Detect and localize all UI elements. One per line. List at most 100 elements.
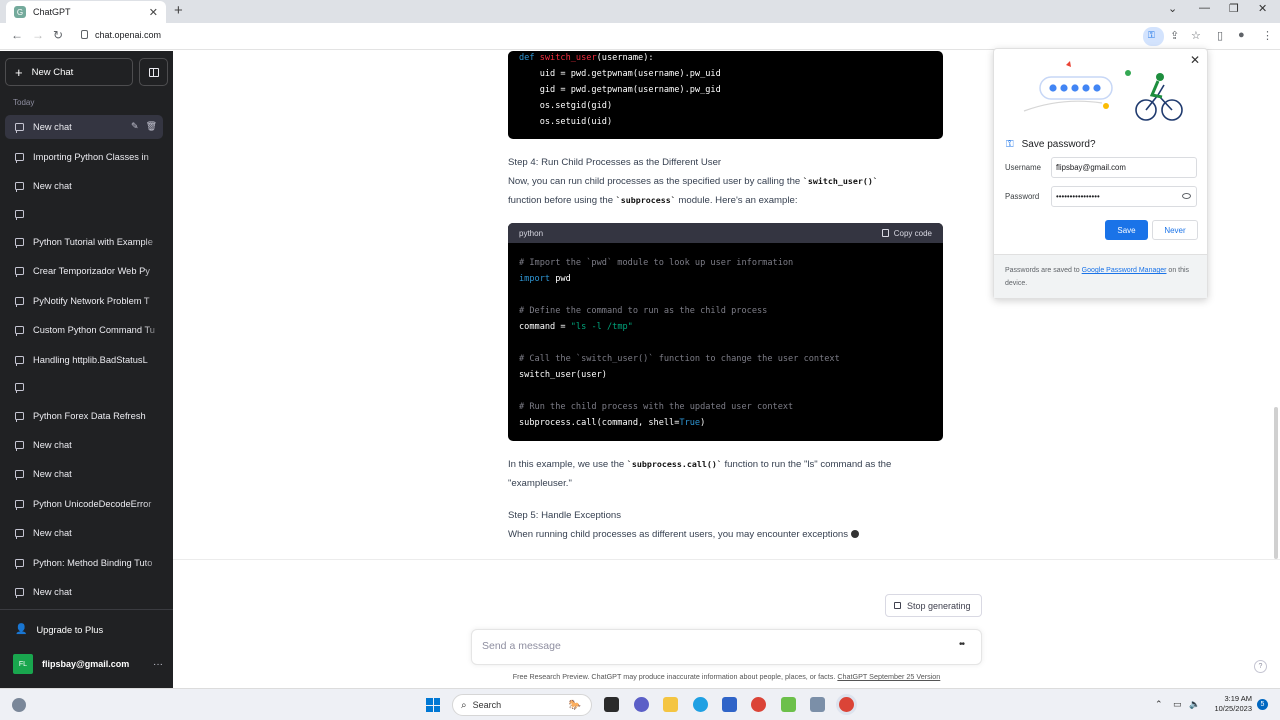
chrome-active-icon[interactable] [839, 697, 854, 712]
code-block-switch-user: def switch_user(username): uid = pwd.get… [508, 51, 943, 139]
save-password-title: ⚿ Save password? [1006, 139, 1096, 150]
teams-chat-icon[interactable] [634, 697, 649, 712]
back-arrow-icon[interactable]: ← [11, 28, 23, 42]
chat-title: New chat [33, 440, 72, 450]
widgets-icon[interactable] [12, 698, 26, 712]
new-chat-button[interactable]: + New Chat [5, 58, 133, 86]
new-tab-button[interactable]: + [174, 2, 183, 19]
file-explorer-icon[interactable] [663, 697, 678, 712]
forward-arrow-icon[interactable]: → [32, 28, 44, 42]
example-paragraph-line-2: "exampleuser." [508, 478, 572, 489]
message-box: •• [471, 629, 982, 665]
message-input[interactable] [482, 640, 922, 652]
edit-pencil-icon[interactable]: ✎ [131, 121, 139, 132]
chat-bubble-icon [15, 441, 24, 451]
sidebar-chat-item[interactable]: Crear Temporizador Web Py [5, 259, 163, 283]
sidebar-chat-item[interactable]: New chat [5, 521, 163, 545]
chrome-icon[interactable] [751, 697, 766, 712]
close-tab-icon[interactable]: ✕ [149, 6, 158, 19]
version-link[interactable]: ChatGPT September 25 Version [837, 672, 940, 681]
volume-icon[interactable]: 🔈 [1189, 699, 1200, 710]
password-dialog-footer: Passwords are saved to Google Password M… [994, 254, 1207, 298]
chat-sidebar: + New Chat Today New chat ✎ 🗑 Importing P… [0, 51, 173, 688]
chat-title: New chat [33, 587, 72, 597]
user-account-button[interactable]: FL flipsbay@gmail.com ··· [13, 654, 163, 674]
reload-icon[interactable]: ↻ [53, 28, 63, 42]
tray-chevron-icon[interactable]: ⌃ [1155, 699, 1163, 710]
close-window-icon[interactable]: ✕ [1258, 2, 1267, 15]
share-icon[interactable]: ⇪ [1170, 29, 1179, 42]
code-line: switch_user(user) [519, 370, 607, 380]
taskbar-clock[interactable]: 3:19 AM 10/25/2023 [1208, 694, 1252, 714]
chat-bubble-icon [15, 500, 24, 510]
upgrade-to-plus-button[interactable]: 👤 Upgrade to Plus [15, 624, 103, 635]
chat-bubble-icon [15, 529, 24, 539]
code-line: import pwd [519, 274, 571, 284]
sidebar-chat-item[interactable]: PyNotify Network Problem T [5, 289, 163, 313]
sidebar-chat-item[interactable]: Handling httplib.BadStatusL [5, 348, 163, 372]
key-icon: ⚿ [1006, 139, 1014, 150]
lock-icon[interactable] [81, 30, 88, 39]
sidebar-chat-item[interactable]: New chat [5, 433, 163, 457]
new-chat-label: New Chat [31, 66, 74, 78]
side-panel-icon[interactable]: ▯ [1217, 29, 1223, 42]
browser-tab-chatgpt[interactable]: G ChatGPT ✕ [6, 1, 166, 23]
sidebar-chat-item[interactable] [5, 202, 163, 226]
sidebar-chat-item[interactable]: New chat [5, 174, 163, 198]
sidebar-chat-item[interactable]: Python UnicodeDecodeError [5, 492, 163, 516]
edge-icon[interactable] [693, 697, 708, 712]
step-5-heading: Step 5: Handle Exceptions [508, 510, 622, 521]
eye-icon[interactable] [1182, 193, 1191, 199]
store-icon[interactable] [722, 697, 737, 712]
windows-start-icon[interactable] [426, 698, 440, 712]
url-field[interactable]: chat.openai.com [95, 30, 161, 40]
sidebar-chat-item[interactable]: New chat ✎ 🗑 [5, 115, 163, 139]
password-field[interactable] [1051, 186, 1197, 207]
google-password-manager-link[interactable]: Google Password Manager [1082, 267, 1167, 274]
notepad-icon[interactable] [781, 697, 796, 712]
close-icon[interactable]: ✕ [1190, 53, 1200, 67]
sidebar-chat-item[interactable]: Python Tutorial with Example [5, 230, 163, 254]
minimize-icon[interactable]: — [1199, 2, 1210, 14]
sidebar-chat-item[interactable]: Custom Python Command Tu [5, 318, 163, 342]
step-5-paragraph: When running child processes as differen… [508, 529, 860, 540]
trash-icon[interactable]: 🗑 [146, 121, 157, 132]
browser-menu-icon[interactable]: ⋮ [1262, 29, 1273, 42]
taskbar-search-box[interactable]: ⌕ Search 🐎 [452, 694, 592, 716]
copy-code-button[interactable]: Copy code [881, 229, 932, 238]
windows-taskbar: ⌕ Search 🐎 ⌃ ▭ 🔈 3:19 AM 10/25/2023 5 [0, 688, 1280, 720]
chat-bubble-icon [15, 588, 24, 598]
chat-bubble-icon [15, 182, 24, 192]
sidebar-chat-item[interactable]: Python Forex Data Refresh [5, 404, 163, 428]
stop-generating-button[interactable]: Stop generating [885, 594, 982, 617]
help-button[interactable]: ? [1254, 660, 1267, 673]
username-field[interactable] [1051, 157, 1197, 178]
collapse-sidebar-button[interactable] [139, 58, 168, 86]
never-button[interactable]: Never [1152, 220, 1198, 240]
app-icon[interactable] [810, 697, 825, 712]
profile-icon[interactable]: ● [1238, 29, 1245, 41]
chat-bubble-icon [15, 297, 24, 307]
sidebar-chat-item[interactable]: Importing Python Classes in [5, 145, 163, 169]
scrollbar-thumb[interactable] [1274, 407, 1278, 559]
composer-area [173, 559, 1280, 688]
network-icon[interactable]: ▭ [1173, 699, 1182, 710]
sidebar-chat-item[interactable]: Python: Method Binding Tuto [5, 551, 163, 575]
sidebar-chat-item[interactable]: New chat [5, 580, 163, 604]
sidebar-chat-item[interactable]: New chat [5, 462, 163, 486]
password-key-indicator-icon[interactable]: ⚿ [1143, 27, 1164, 46]
maximize-icon[interactable]: ❐ [1229, 2, 1239, 15]
code-block-header: python Copy code [508, 223, 943, 243]
chat-title: Importing Python Classes in [33, 152, 149, 162]
more-options-icon[interactable]: ··· [153, 659, 163, 670]
bookmark-star-icon[interactable]: ☆ [1191, 29, 1201, 42]
tab-search-chevron-icon[interactable]: ⌄ [1168, 2, 1177, 15]
chat-title: Handling httplib.BadStatusL [33, 355, 148, 365]
save-button[interactable]: Save [1105, 220, 1148, 240]
example-paragraph-line-1: In this example, we use the `subprocess.… [508, 459, 892, 470]
save-password-dialog: ✕ ⚿ Save password? Username Password Sav… [993, 48, 1208, 299]
sidebar-chat-item[interactable] [5, 375, 163, 399]
code-line: def switch_user(username): [519, 53, 654, 63]
notification-badge[interactable]: 5 [1257, 699, 1268, 710]
task-view-icon[interactable] [604, 697, 619, 712]
